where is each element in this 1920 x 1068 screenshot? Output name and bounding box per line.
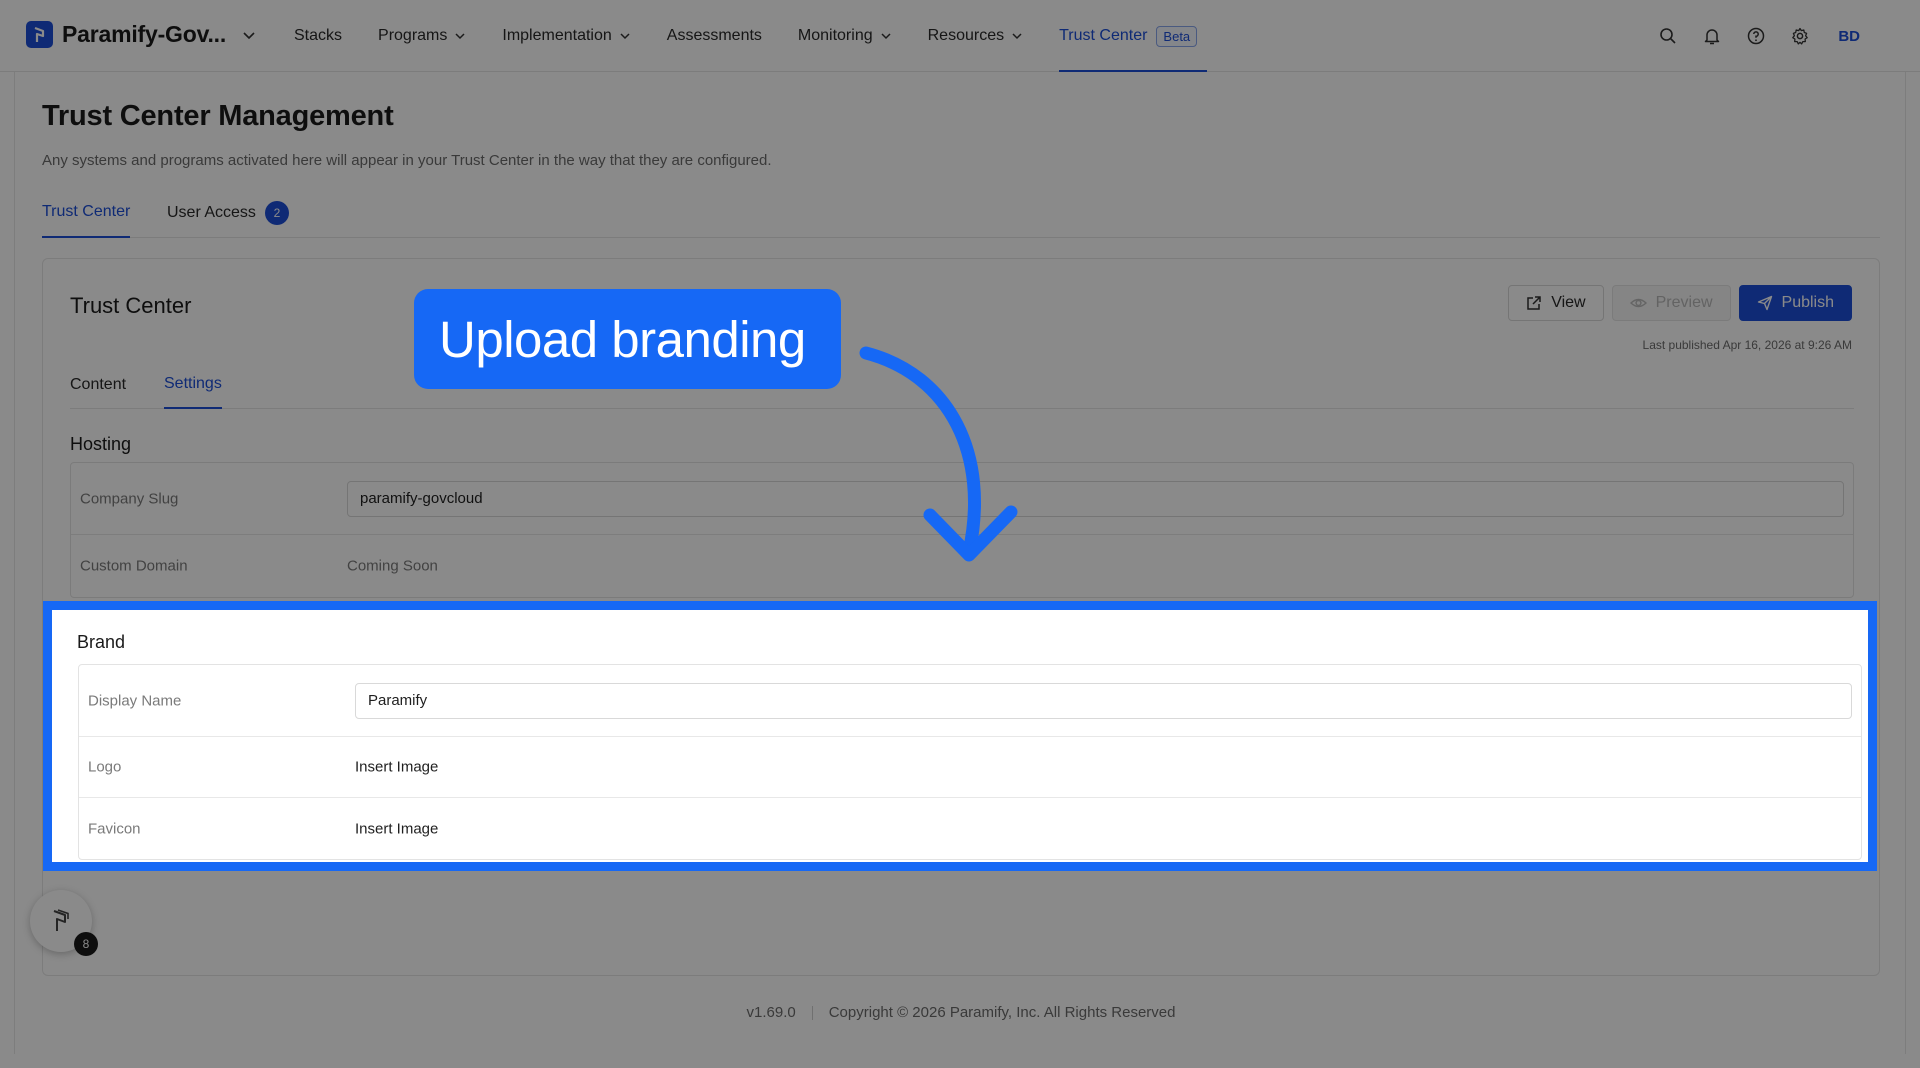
gear-icon[interactable] xyxy=(1788,24,1812,48)
company-slug-label: Company Slug xyxy=(80,490,179,507)
top-navigation: Paramify-Gov... Stacks Programs Implemen… xyxy=(0,0,1920,72)
view-button[interactable]: View xyxy=(1508,285,1604,321)
nav-assessments[interactable]: Assessments xyxy=(667,0,762,72)
favicon-label: Favicon xyxy=(88,820,141,837)
nav-implementation-label: Implementation xyxy=(502,27,612,44)
logo-insert-image-button[interactable]: Insert Image xyxy=(355,759,438,776)
nav-assessments-label: Assessments xyxy=(666,27,762,44)
page-title: Trust Center Management xyxy=(42,100,394,132)
logo-label: Logo xyxy=(88,758,122,776)
send-icon xyxy=(1757,295,1773,311)
nav-programs-label: Programs xyxy=(378,27,448,44)
nav-monitoring[interactable]: Monitoring xyxy=(798,0,892,72)
tutorial-callout: Upload branding xyxy=(414,289,841,389)
card-actions: View Preview Publish xyxy=(1500,285,1852,321)
card-tabs: Content Settings xyxy=(70,361,1854,409)
tab-trust-center-label: Trust Center xyxy=(42,203,131,220)
chevron-down-icon xyxy=(1011,30,1023,42)
hosting-section-title: Hosting xyxy=(70,434,132,454)
custom-domain-label: Custom Domain xyxy=(80,557,188,575)
company-slug-row: Company Slug xyxy=(71,463,1853,535)
chevron-down-icon xyxy=(619,30,631,42)
preview-button[interactable]: Preview xyxy=(1611,285,1731,321)
custom-domain-row: Custom Domain Coming Soon xyxy=(71,535,1853,597)
last-published-text: Last published Apr 16, 2026 at 9:26 AM xyxy=(1642,338,1852,352)
nav-stacks[interactable]: Stacks xyxy=(294,0,342,72)
view-button-label: View xyxy=(1551,294,1586,311)
user-access-count-badge: 2 xyxy=(264,201,289,225)
nav-stacks-label: Stacks xyxy=(294,27,343,44)
page-container: Trust Center Management Any systems and … xyxy=(14,72,1906,1054)
tab-settings-label: Settings xyxy=(164,375,222,392)
eye-icon xyxy=(1629,295,1647,311)
chevron-down-icon xyxy=(242,28,256,42)
publish-button[interactable]: Publish xyxy=(1738,285,1852,321)
tab-user-access-label: User Access xyxy=(167,204,256,221)
main-menu: Stacks Programs Implementation Assessmen… xyxy=(294,0,1233,72)
nav-monitoring-label: Monitoring xyxy=(797,27,873,44)
preview-button-label: Preview xyxy=(1655,294,1713,311)
bell-icon[interactable] xyxy=(1700,24,1724,48)
brand-section-title: Brand xyxy=(77,632,126,652)
publish-button-label: Publish xyxy=(1781,294,1834,311)
help-widget-button[interactable]: 8 xyxy=(30,890,98,956)
display-name-row: Display Name xyxy=(79,665,1861,737)
chevron-down-icon xyxy=(454,30,466,42)
tab-user-access[interactable]: User Access 2 xyxy=(167,188,289,238)
card-title: Trust Center xyxy=(70,293,192,318)
paramify-logo-icon xyxy=(26,21,53,48)
hosting-settings-table: Company Slug Custom Domain Coming Soon xyxy=(70,462,1854,598)
help-widget-count-badge: 8 xyxy=(74,932,98,956)
page-footer: v1.69.0 Copyright © 2026 Paramify, Inc. A… xyxy=(15,1004,1907,1021)
nav-programs[interactable]: Programs xyxy=(378,0,466,72)
help-icon[interactable] xyxy=(1744,24,1768,48)
tab-settings[interactable]: Settings xyxy=(164,361,222,409)
user-avatar[interactable]: BD xyxy=(1838,28,1860,45)
external-link-icon xyxy=(1526,295,1542,311)
page-tabs: Trust Center User Access 2 xyxy=(42,188,1880,238)
workspace-name: Paramify-Gov... xyxy=(62,21,227,47)
page-subtitle: Any systems and programs activated here … xyxy=(42,152,772,169)
nav-trust-center[interactable]: Trust Center Beta xyxy=(1059,0,1208,72)
nav-resources-label: Resources xyxy=(927,27,1005,44)
brand-section-highlight: Brand Display Name Logo Insert Image Fav… xyxy=(43,601,1877,871)
workspace-switcher[interactable]: Paramify-Gov... xyxy=(26,21,256,48)
favicon-insert-image-button[interactable]: Insert Image xyxy=(355,820,438,837)
nav-trust-center-label: Trust Center xyxy=(1059,27,1148,44)
nav-actions: BD xyxy=(1636,0,1860,72)
footer-divider xyxy=(811,1006,813,1021)
nav-resources[interactable]: Resources xyxy=(928,0,1023,72)
tab-content[interactable]: Content xyxy=(70,361,126,409)
beta-badge: Beta xyxy=(1156,25,1198,47)
brand-settings-table: Display Name Logo Insert Image Favicon I… xyxy=(78,664,1862,860)
logo-row: Logo Insert Image xyxy=(79,737,1861,798)
company-slug-input[interactable] xyxy=(347,480,1844,517)
display-name-input[interactable] xyxy=(355,682,1852,719)
paramify-help-icon xyxy=(53,909,69,931)
favicon-row: Favicon Insert Image xyxy=(79,798,1861,859)
custom-domain-value: Coming Soon xyxy=(347,557,438,575)
chevron-down-icon xyxy=(880,30,892,42)
display-name-label: Display Name xyxy=(88,692,182,709)
copyright-text: Copyright © 2026 Paramify, Inc. All Righ… xyxy=(828,1004,1176,1021)
search-icon[interactable] xyxy=(1656,24,1680,48)
app-version: v1.69.0 xyxy=(746,1004,796,1021)
nav-implementation[interactable]: Implementation xyxy=(502,0,630,72)
tab-trust-center[interactable]: Trust Center xyxy=(42,188,131,238)
tab-content-label: Content xyxy=(70,376,127,393)
